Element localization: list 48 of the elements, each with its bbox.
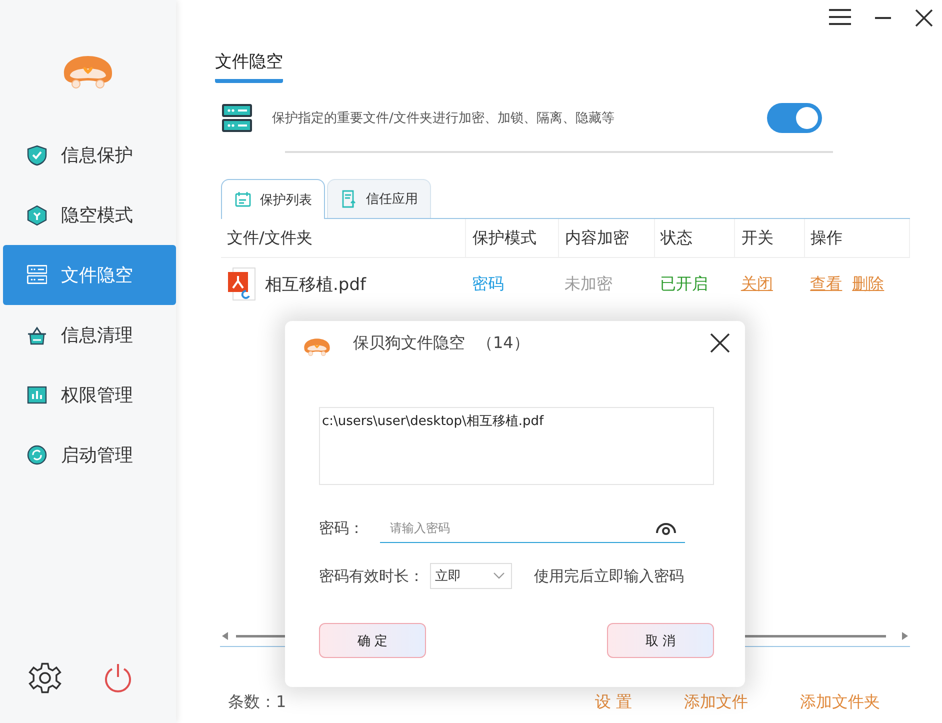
tab[interactable]: 保护列表: [221, 179, 325, 219]
sidebar-item[interactable]: 信息清理: [3, 305, 176, 365]
settings-icon[interactable]: [28, 661, 62, 695]
field-label: 密码：: [319, 518, 364, 538]
table-cell: 密码: [466, 258, 559, 310]
page-tab[interactable]: 文件隐空: [215, 50, 283, 83]
hexagon-icon: [27, 204, 47, 226]
path-text-area[interactable]: c:\users\user\desktop\相互移植.pdf: [319, 407, 714, 485]
calendar-icon: [234, 190, 252, 208]
menu-icon[interactable]: [828, 8, 852, 26]
chevron-down-icon: [493, 572, 505, 580]
field-label: 密码有效时长：: [319, 566, 424, 586]
column-header: 状态: [654, 219, 735, 258]
dialog-count: （14）: [477, 332, 530, 354]
close-icon[interactable]: [709, 332, 731, 354]
document-icon: [340, 190, 358, 208]
confirm-button[interactable]: 确 定: [319, 623, 426, 658]
cancel-button[interactable]: 取 消: [607, 623, 714, 658]
power-icon[interactable]: [102, 662, 134, 694]
server-icon: [222, 104, 252, 132]
shield-icon: [27, 144, 47, 166]
password-field[interactable]: 请输入密码: [380, 513, 685, 543]
file-name: 相互移植.pdf: [265, 274, 366, 296]
column-header: 保护模式: [466, 219, 559, 258]
column-header: 内容加密: [558, 219, 654, 258]
sidebar-item[interactable]: 信息保护: [3, 125, 176, 185]
toggle-switch[interactable]: [767, 103, 822, 133]
column-header: 开关: [734, 219, 804, 258]
table-cell: 已开启: [654, 258, 735, 310]
dialog-title: 保贝狗文件隐空: [353, 332, 465, 354]
tab[interactable]: 信任应用: [327, 179, 431, 218]
sidebar-item[interactable]: 启动管理: [3, 425, 176, 485]
pdf-file-icon: [227, 267, 257, 301]
sidebar-item[interactable]: 隐空模式: [3, 185, 176, 245]
server-icon: [27, 265, 47, 285]
duration-note: 使用完后立即输入密码: [534, 566, 684, 586]
sidebar-item[interactable]: 权限管理: [3, 365, 176, 425]
column-header: 文件/文件夹: [221, 219, 466, 258]
password-input[interactable]: 请输入密码: [390, 520, 655, 534]
column-header: 操作: [804, 219, 910, 258]
refresh-icon: [27, 444, 47, 466]
item-count: 条数：1: [228, 692, 286, 713]
close-icon[interactable]: [914, 8, 934, 28]
feature-description: 保护指定的重要文件/文件夹进行加密、加锁、隔离、隐藏等: [272, 110, 616, 127]
table-cell: 未加密: [558, 258, 654, 310]
bar-chart-icon: [27, 384, 47, 406]
basket-icon: [27, 324, 47, 346]
duration-dropdown[interactable]: 立即: [430, 563, 512, 589]
